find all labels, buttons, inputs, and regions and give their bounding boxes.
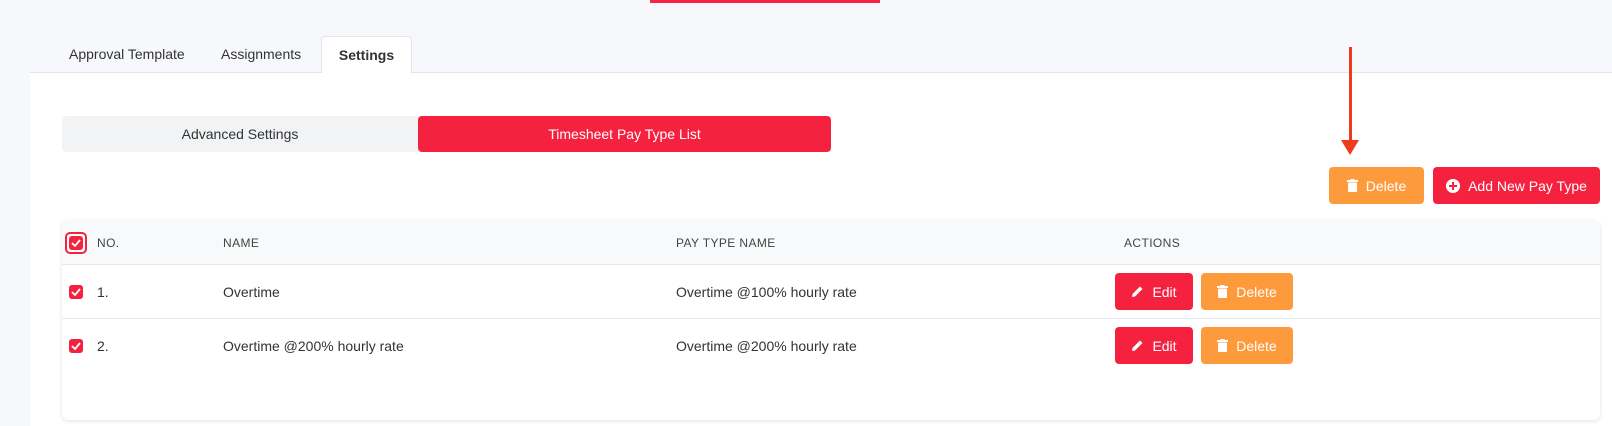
delete-button[interactable]: Delete xyxy=(1201,273,1293,310)
header-pay-type-name: PAY TYPE NAME xyxy=(676,236,776,250)
bulk-delete-label: Delete xyxy=(1365,177,1407,194)
segment-advanced-settings[interactable]: Advanced Settings xyxy=(62,116,418,152)
trash-icon xyxy=(1346,179,1358,192)
edit-button[interactable]: Edit xyxy=(1115,273,1193,310)
pencil-icon xyxy=(1131,285,1144,298)
edit-label: Edit xyxy=(1152,337,1177,354)
delete-button[interactable]: Delete xyxy=(1201,327,1293,364)
row-number: 2. xyxy=(97,338,109,354)
check-icon xyxy=(71,288,81,296)
header-actions: ACTIONS xyxy=(1124,236,1181,250)
trash-icon xyxy=(1217,339,1229,352)
row-name: Overtime @200% hourly rate xyxy=(223,338,404,354)
delete-label: Delete xyxy=(1236,283,1277,300)
annotation-arrow-line xyxy=(1349,47,1352,144)
tab-assignments[interactable]: Assignments xyxy=(221,36,301,73)
row-checkbox[interactable] xyxy=(69,339,83,353)
bulk-delete-button[interactable]: Delete xyxy=(1329,167,1424,204)
table-row: 1. Overtime Overtime @100% hourly rate E… xyxy=(62,265,1600,319)
segmented-control: Advanced Settings Timesheet Pay Type Lis… xyxy=(62,116,831,152)
header-name: NAME xyxy=(223,236,260,250)
edit-label: Edit xyxy=(1152,283,1177,300)
delete-label: Delete xyxy=(1236,337,1277,354)
pencil-icon xyxy=(1131,339,1144,352)
table-header: NO. NAME PAY TYPE NAME ACTIONS xyxy=(62,221,1600,265)
row-checkbox[interactable] xyxy=(69,285,83,299)
row-number: 1. xyxy=(97,284,109,300)
edit-button[interactable]: Edit xyxy=(1115,327,1193,364)
tab-approval-template[interactable]: Approval Template xyxy=(69,36,185,73)
trash-icon xyxy=(1217,285,1229,298)
tab-bar: Approval Template Assignments Settings xyxy=(30,36,1612,74)
plus-circle-icon xyxy=(1446,178,1461,193)
tab-settings[interactable]: Settings xyxy=(321,36,412,74)
table-row: 2. Overtime @200% hourly rate Overtime @… xyxy=(62,319,1600,373)
row-pay-type-name: Overtime @200% hourly rate xyxy=(676,338,857,354)
add-new-pay-type-label: Add New Pay Type xyxy=(1468,177,1587,194)
select-all-checkbox[interactable] xyxy=(65,232,87,254)
check-icon xyxy=(71,342,81,350)
pay-type-table: NO. NAME PAY TYPE NAME ACTIONS 1. Overti… xyxy=(62,221,1600,420)
row-pay-type-name: Overtime @100% hourly rate xyxy=(676,284,857,300)
row-name: Overtime xyxy=(223,284,280,300)
top-accent-bar xyxy=(650,0,880,3)
check-icon xyxy=(69,236,83,250)
annotation-arrow-head xyxy=(1341,140,1359,155)
add-new-pay-type-button[interactable]: Add New Pay Type xyxy=(1433,167,1600,204)
header-no: NO. xyxy=(97,236,120,250)
segment-timesheet-pay-type-list[interactable]: Timesheet Pay Type List xyxy=(418,116,831,152)
